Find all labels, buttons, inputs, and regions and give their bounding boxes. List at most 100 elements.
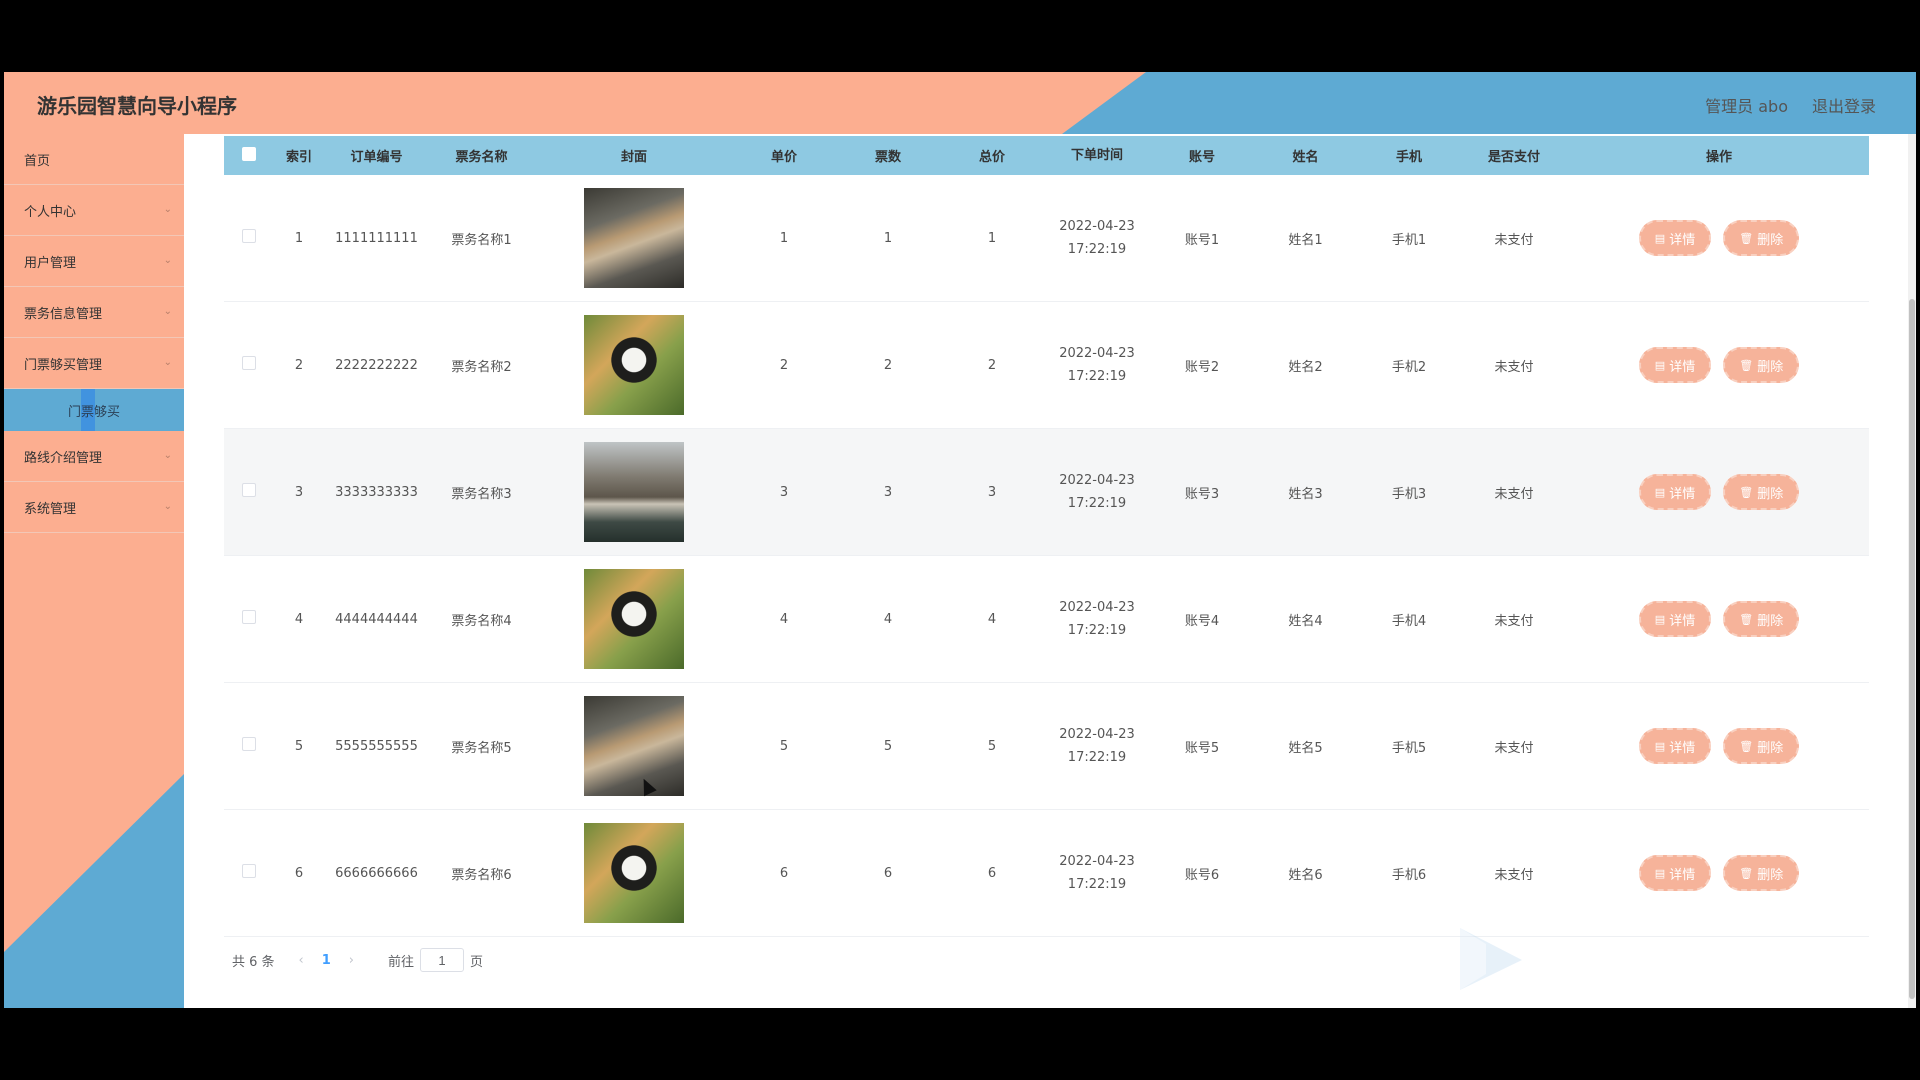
sidebar-item[interactable]: 系统管理 ⌄	[4, 482, 184, 533]
payment-status: 未支付	[1494, 740, 1534, 756]
row-checkbox[interactable]	[242, 864, 256, 878]
cover-image[interactable]	[584, 188, 684, 288]
column-header[interactable]: 账号	[1152, 146, 1252, 165]
chevron-down-icon: ⌄	[163, 255, 172, 266]
delete-button[interactable]: 🗑 删除	[1723, 220, 1800, 256]
chevron-down-icon: ⌄	[163, 450, 172, 461]
row-checkbox[interactable]	[242, 737, 256, 751]
user-name: 姓名5	[1288, 740, 1323, 756]
goto-label: 前往	[388, 954, 415, 970]
orders-table: 索引 订单编号 票务名称 封面 单价 票数 总价 下单时间 账号 姓名 手机 是…	[224, 136, 1869, 937]
row-checkbox[interactable]	[242, 356, 256, 370]
order-time: 2022-04-23 17:22:19	[1042, 215, 1152, 261]
admin-name: 管理员 abo	[1705, 97, 1788, 116]
trash-icon: 🗑	[1739, 739, 1754, 753]
row-index: 4	[294, 611, 304, 627]
next-page-icon[interactable]: ›	[349, 953, 354, 968]
detail-button[interactable]: ▤ 详情	[1638, 220, 1712, 256]
order-time: 2022-04-23 17:22:19	[1042, 850, 1152, 896]
sidebar-item-label: 系统管理	[24, 501, 77, 517]
sidebar-item[interactable]: 门票够买管理 ⌄	[4, 338, 184, 389]
order-time: 2022-04-23 17:22:19	[1042, 596, 1152, 642]
ticket-name: 票务名称5	[451, 740, 512, 756]
row-checkbox[interactable]	[242, 610, 256, 624]
account: 账号1	[1184, 232, 1220, 248]
sidebar-item[interactable]: 用户管理 ⌄	[4, 236, 184, 287]
order-number: 1111111111	[335, 230, 418, 246]
logout-button[interactable]: 退出登录	[1812, 93, 1876, 117]
detail-button[interactable]: ▤ 详情	[1638, 728, 1712, 764]
column-header[interactable]: 索引	[274, 146, 324, 165]
column-header: 操作	[1705, 150, 1732, 165]
document-icon: ▤	[1654, 358, 1666, 372]
sidebar-item[interactable]: 个人中心 ⌄	[4, 185, 184, 236]
column-header[interactable]: 总价	[942, 146, 1042, 165]
row-checkbox[interactable]	[242, 229, 256, 243]
total-price: 2	[987, 357, 997, 373]
pagination: 共 6 条 ‹ 1 › 前往 页	[232, 948, 483, 972]
table-header: 索引 订单编号 票务名称 封面 单价 票数 总价 下单时间 账号 姓名 手机 是…	[224, 136, 1869, 175]
delete-button[interactable]: 🗑 删除	[1723, 855, 1800, 891]
delete-button[interactable]: 🗑 删除	[1723, 728, 1800, 764]
user-name: 姓名4	[1288, 613, 1323, 629]
prev-page-icon[interactable]: ‹	[299, 953, 304, 968]
column-header[interactable]: 票数	[834, 146, 942, 165]
row-index: 6	[294, 865, 304, 881]
order-clock: 17:22:19	[1067, 242, 1127, 257]
sidebar-item[interactable]: 票务信息管理 ⌄	[4, 287, 184, 338]
total-price: 6	[987, 865, 997, 881]
detail-button[interactable]: ▤ 详情	[1638, 601, 1712, 637]
button-label: 详情	[1669, 740, 1696, 756]
sidebar: 首页 个人中心 ⌄ 用户管理 ⌄ 票务信息管理 ⌄ 门票够买管理 ⌄ 门票够买 路线介绍管理 ⌄ 系…	[4, 134, 184, 1008]
order-number: 6666666666	[335, 865, 418, 881]
column-header[interactable]: 封面	[534, 146, 734, 165]
button-label: 删除	[1757, 867, 1784, 883]
detail-button[interactable]: ▤ 详情	[1638, 474, 1712, 510]
cover-image[interactable]	[584, 442, 684, 542]
account: 账号5	[1184, 740, 1220, 756]
sidebar-item[interactable]: 首页	[4, 134, 184, 185]
document-icon: ▤	[1654, 739, 1666, 753]
cover-image[interactable]	[584, 315, 684, 415]
select-all-checkbox[interactable]	[242, 146, 256, 161]
cover-image[interactable]	[584, 569, 684, 669]
sidebar-subitem-ticket-purchase[interactable]: 门票够买	[4, 389, 184, 431]
column-header[interactable]: 是否支付	[1459, 146, 1569, 165]
delete-button[interactable]: 🗑 删除	[1723, 347, 1800, 383]
scrollbar-thumb[interactable]	[1909, 299, 1915, 999]
order-date: 2022-04-23	[1059, 219, 1135, 234]
column-header[interactable]: 手机	[1359, 146, 1459, 165]
column-header[interactable]: 下单时间	[1042, 144, 1152, 167]
account: 账号3	[1184, 486, 1220, 502]
unit-price: 6	[779, 865, 789, 881]
trash-icon: 🗑	[1739, 866, 1754, 880]
cover-image[interactable]	[584, 696, 684, 796]
page-number[interactable]: 1	[322, 953, 331, 968]
vertical-scrollbar[interactable]	[1908, 134, 1916, 1008]
goto-page-input[interactable]	[420, 948, 465, 972]
unit-price: 2	[779, 357, 789, 373]
payment-status: 未支付	[1494, 359, 1534, 375]
sidebar-item-label: 路线介绍管理	[24, 450, 103, 466]
column-header[interactable]: 票务名称	[429, 146, 534, 165]
column-header[interactable]: 订单编号	[324, 146, 429, 165]
sidebar-item-label: 个人中心	[24, 204, 77, 220]
unit-price: 4	[779, 611, 789, 627]
button-label: 详情	[1669, 486, 1696, 502]
delete-button[interactable]: 🗑 删除	[1723, 474, 1800, 510]
cover-image[interactable]	[584, 823, 684, 923]
row-checkbox[interactable]	[242, 483, 256, 497]
detail-button[interactable]: ▤ 详情	[1638, 347, 1712, 383]
order-date: 2022-04-23	[1059, 727, 1135, 742]
total-price: 3	[987, 484, 997, 500]
table-body: 1 1111111111 票务名称1 1 1 1 2022-04-23 17:22:19 账号1…	[224, 175, 1869, 937]
order-number: 3333333333	[335, 484, 418, 500]
chevron-down-icon: ⌄	[163, 204, 172, 215]
detail-button[interactable]: ▤ 详情	[1638, 855, 1712, 891]
button-label: 删除	[1757, 740, 1784, 756]
delete-button[interactable]: 🗑 删除	[1723, 601, 1800, 637]
column-header[interactable]: 单价	[734, 146, 834, 165]
order-clock: 17:22:19	[1067, 750, 1127, 765]
sidebar-item[interactable]: 路线介绍管理 ⌄	[4, 431, 184, 482]
column-header[interactable]: 姓名	[1252, 146, 1359, 165]
